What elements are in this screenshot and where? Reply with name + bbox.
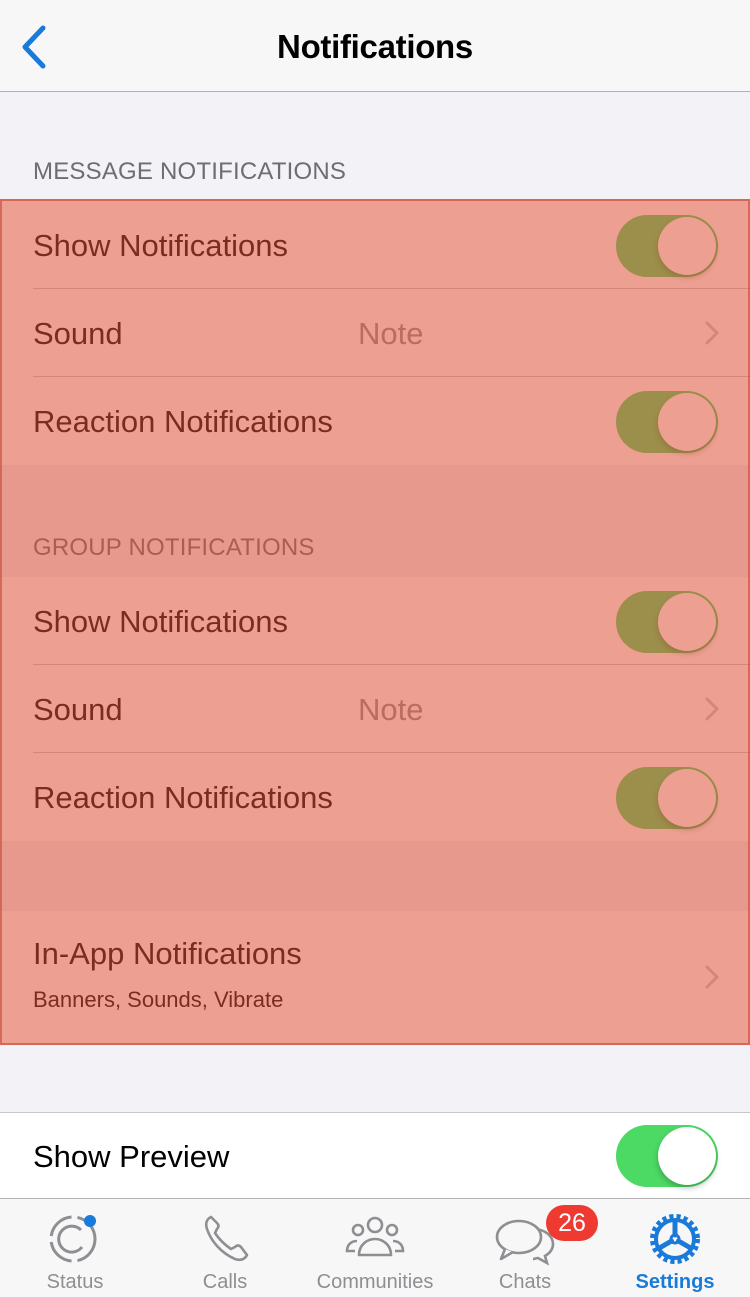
- toggle-knob: [658, 1127, 716, 1185]
- row-label: Reaction Notifications: [33, 404, 333, 439]
- row-label: Show Preview: [33, 1139, 230, 1174]
- row-label: Show Notifications: [33, 604, 289, 639]
- group-reaction-notifications-row: Reaction Notifications: [0, 753, 750, 841]
- chevron-right-icon: [705, 697, 719, 721]
- message-notifications-group: Show Notifications Sound Note Reaction N…: [0, 201, 750, 465]
- chevron-right-icon: [705, 965, 719, 989]
- message-show-notifications-row: Show Notifications: [0, 201, 750, 289]
- sound-value: Note: [358, 316, 424, 351]
- row-label: In-App Notifications: [33, 936, 302, 971]
- row-label: Sound: [33, 692, 123, 727]
- in-app-group: In-App Notifications Banners, Sounds, Vi…: [0, 911, 750, 1044]
- navigation-bar: Notifications: [0, 0, 750, 92]
- tab-label: Communities: [316, 1271, 434, 1293]
- in-app-notifications-row[interactable]: In-App Notifications Banners, Sounds, Vi…: [0, 911, 750, 1044]
- row-label: Reaction Notifications: [33, 780, 333, 815]
- toggle-knob: [658, 393, 716, 451]
- group-show-notifications-row: Show Notifications: [0, 577, 750, 665]
- toggle-knob: [658, 593, 716, 651]
- tab-label: Settings: [635, 1271, 715, 1293]
- phone-icon: [204, 1215, 249, 1262]
- communities-icon: [345, 1216, 405, 1257]
- section-header-group: GROUP NOTIFICATIONS: [33, 534, 315, 561]
- tab-settings[interactable]: Settings: [600, 1199, 750, 1297]
- toggle-knob: [658, 217, 716, 275]
- tab-status[interactable]: Status: [0, 1199, 150, 1297]
- preview-group: Show Preview: [0, 1112, 750, 1199]
- message-reaction-notifications-row: Reaction Notifications: [0, 377, 750, 465]
- settings-gear-icon: [650, 1214, 700, 1264]
- tab-label: Calls: [202, 1271, 248, 1293]
- page-title: Notifications: [277, 28, 473, 65]
- group-sound-row[interactable]: Sound Note: [0, 665, 750, 753]
- tab-label: Chats: [498, 1271, 552, 1293]
- tab-bar: Status Calls Communities Chats Settings: [0, 1198, 750, 1297]
- group-show-notifications-toggle[interactable]: [616, 591, 718, 653]
- sound-value: Note: [358, 692, 424, 727]
- message-sound-row[interactable]: Sound Note: [0, 289, 750, 377]
- group-reaction-notifications-toggle[interactable]: [616, 767, 718, 829]
- tab-communities[interactable]: Communities: [300, 1199, 450, 1297]
- show-preview-row: Show Preview: [0, 1113, 750, 1200]
- chats-unread-badge: 26: [546, 1205, 598, 1241]
- row-label: Show Notifications: [33, 228, 289, 263]
- message-reaction-notifications-toggle[interactable]: [616, 391, 718, 453]
- row-sublabel: Banners, Sounds, Vibrate: [33, 987, 284, 1012]
- chevron-right-icon: [705, 321, 719, 345]
- tab-calls[interactable]: Calls: [150, 1199, 300, 1297]
- group-notifications-group: Show Notifications Sound Note Reaction N…: [0, 577, 750, 841]
- section-header-message: MESSAGE NOTIFICATIONS: [33, 158, 347, 185]
- tab-label: Status: [46, 1271, 104, 1293]
- message-show-notifications-toggle[interactable]: [616, 215, 718, 277]
- row-label: Sound: [33, 316, 123, 351]
- toggle-knob: [658, 769, 716, 827]
- show-preview-toggle[interactable]: [616, 1125, 718, 1187]
- status-icon: [49, 1215, 97, 1263]
